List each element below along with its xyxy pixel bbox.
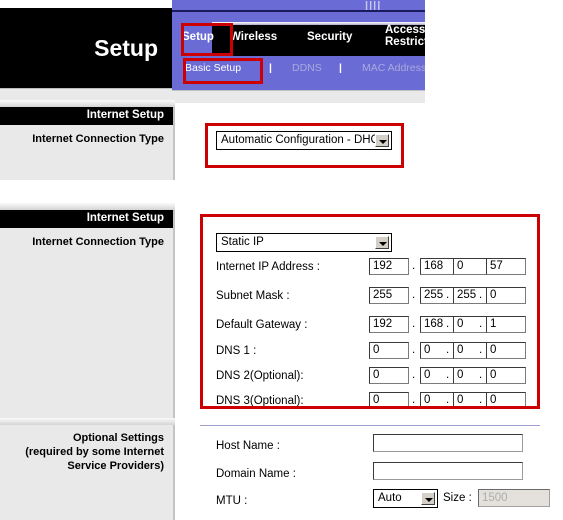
optional-left-panel: Optional Settings (required by some Inte… — [0, 425, 175, 520]
dhcp-left-panel: Internet Setup Internet Connection Type — [0, 107, 175, 180]
subtab-ddns[interactable]: DDNS — [292, 62, 322, 74]
mtu-value: Auto — [378, 492, 402, 504]
subtab-separator-1: | — [269, 62, 272, 74]
tab-access[interactable]: Access — [385, 24, 425, 36]
tab-restrictions[interactable]: Restrictions — [385, 36, 425, 48]
nav-bottom-strip — [172, 90, 425, 103]
domain-name-label: Domain Name : — [216, 468, 296, 480]
optional-settings-label-line3: Service Providers) — [67, 460, 164, 472]
static-left-panel: Internet Setup Internet Connection Type — [0, 210, 175, 422]
mtu-select[interactable]: Auto — [373, 489, 438, 508]
host-name-input[interactable] — [373, 434, 523, 452]
highlight-box-basic-setup — [183, 58, 263, 84]
static-section-header-label: Internet Setup — [86, 212, 164, 224]
mtu-label: MTU : — [216, 495, 248, 507]
tab-security[interactable]: Security — [307, 31, 352, 43]
optional-settings-label-line1: Optional Settings — [72, 432, 164, 444]
nav-top-rule — [172, 10, 425, 12]
domain-name-input[interactable] — [373, 462, 523, 480]
mtu-size-input: 1500 — [478, 489, 550, 507]
mtu-size-label: Size : — [443, 492, 472, 504]
host-name-label: Host Name : — [216, 440, 280, 452]
subtab-mac-clone[interactable]: MAC Address Clone — [362, 62, 425, 74]
optional-settings-label-line2: (required by some Internet — [25, 446, 164, 458]
router-setup-screenshot: Setup |||| Setup Wireless Security Acces… — [0, 0, 563, 520]
dhcp-section-header-label: Internet Setup — [86, 109, 164, 121]
static-section-header: Internet Setup — [0, 210, 173, 228]
static-panel-bevel — [0, 203, 175, 210]
highlight-box-static-ip-form — [200, 214, 540, 409]
dhcp-connection-type-label: Internet Connection Type — [32, 133, 164, 145]
highlight-box-dhcp-select — [205, 123, 404, 168]
tab-wireless[interactable]: Wireless — [230, 31, 277, 43]
dhcp-panel-bevel — [0, 100, 175, 107]
optional-panel-bevel — [0, 418, 175, 425]
section-divider — [200, 425, 540, 426]
nav-corner-marks: |||| — [365, 0, 382, 10]
chevron-down-icon[interactable] — [421, 492, 435, 505]
highlight-box-setup-tab — [181, 23, 233, 56]
subtab-separator-2: | — [339, 62, 342, 74]
dhcp-section-header: Internet Setup — [0, 107, 173, 125]
page-title: Setup — [94, 35, 158, 61]
page-banner: Setup — [0, 8, 172, 88]
static-connection-type-label: Internet Connection Type — [32, 236, 164, 248]
